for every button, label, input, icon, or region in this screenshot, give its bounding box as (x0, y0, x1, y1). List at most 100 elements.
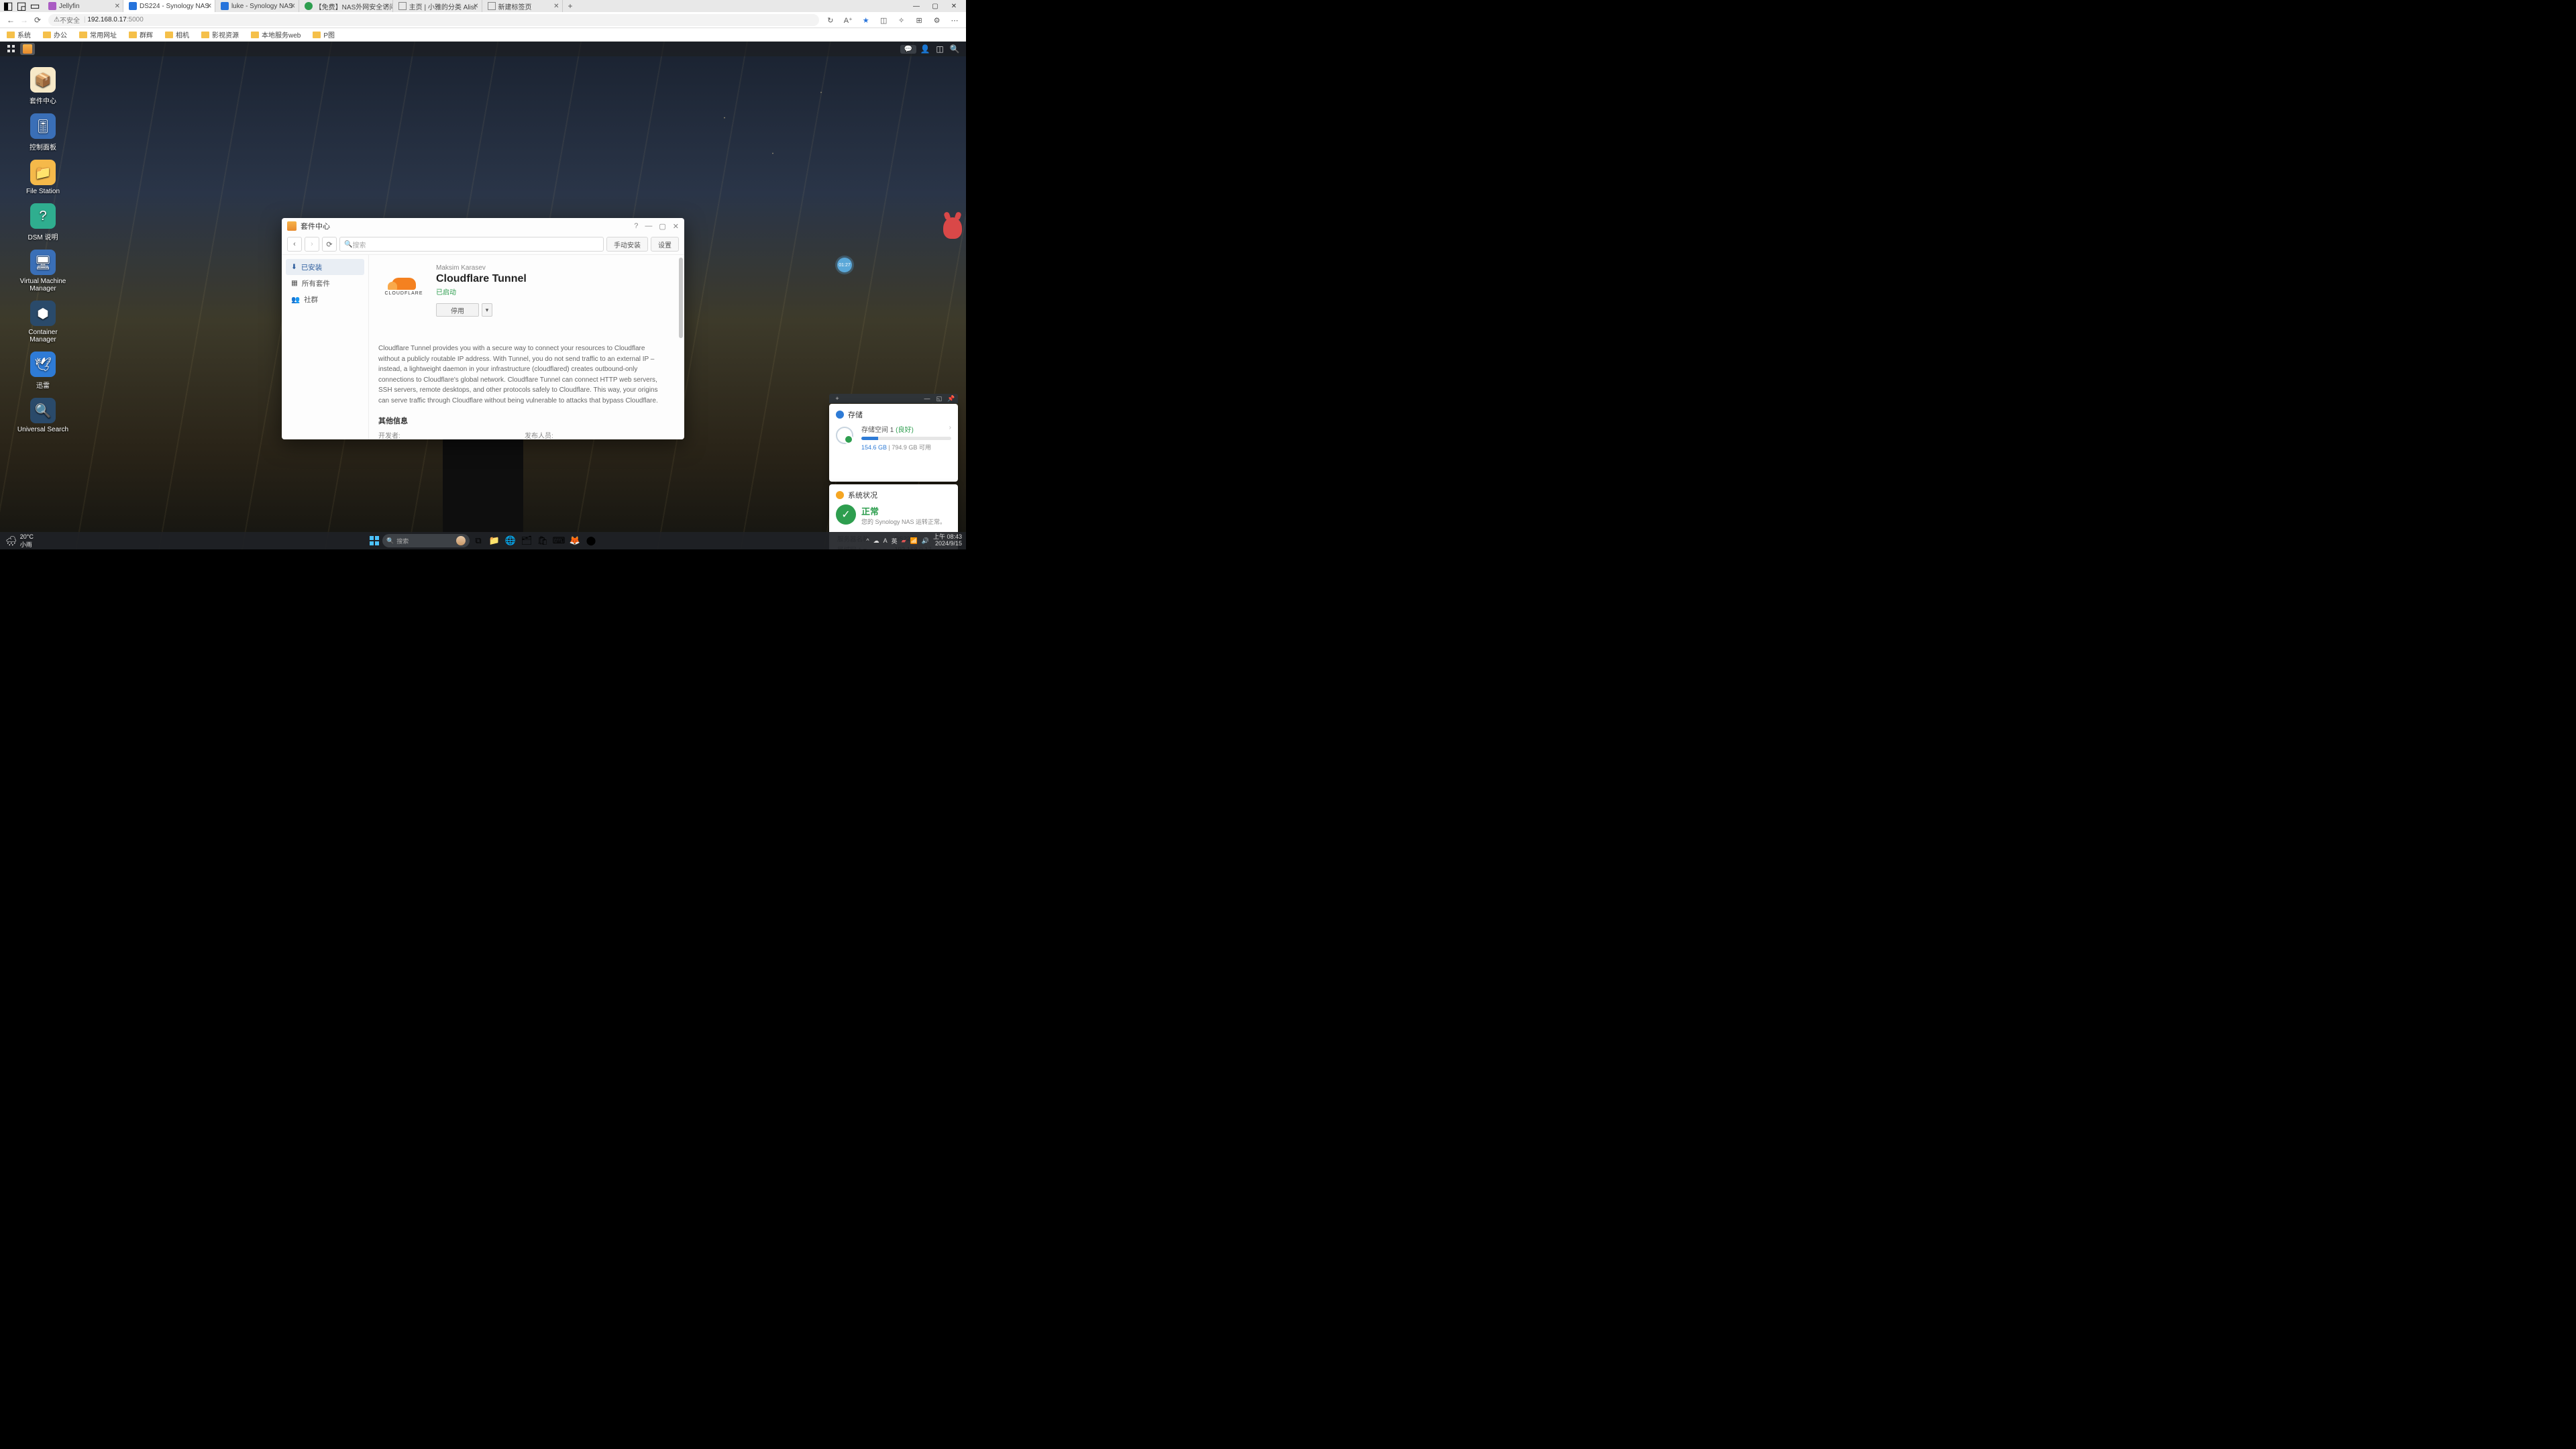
widget-minimize-button[interactable]: — (923, 395, 931, 402)
search-input[interactable]: 🔍 搜索 (339, 237, 604, 252)
back-button[interactable]: ← (4, 15, 17, 25)
tray-chevron-icon[interactable]: ^ (866, 537, 869, 544)
tab-label: 主页 | 小雅的分类 Alist (409, 1, 476, 11)
tray-ime-icon[interactable]: A (883, 537, 888, 544)
start-button[interactable] (368, 534, 381, 547)
minimize-button[interactable]: — (645, 222, 652, 231)
refresh-button[interactable]: ⟳ (31, 15, 44, 25)
desktop-icon-search[interactable]: 🔍Universal Search (16, 398, 70, 433)
action-dropdown-button[interactable]: ▾ (482, 303, 492, 317)
tray-volume-icon[interactable]: 🔊 (922, 537, 929, 545)
sidebar-item-installed[interactable]: ⬇已安装 (286, 259, 364, 275)
taskbar-app-explorer[interactable]: 📁 (487, 533, 502, 548)
tab-luke[interactable]: luke - Synology NAS✕ (215, 0, 299, 12)
close-icon[interactable]: ✕ (290, 3, 295, 10)
taskbar-app-store[interactable]: 🛍 (535, 533, 550, 548)
close-icon[interactable]: ✕ (384, 3, 389, 10)
package-description: Cloudflare Tunnel provides you with a se… (378, 343, 671, 406)
new-tab-button[interactable]: + (563, 1, 578, 11)
add-widget-button[interactable]: + (833, 395, 841, 402)
package-center-taskbar-icon[interactable] (20, 43, 35, 55)
tab-newtab[interactable]: 新建标签页✕ (482, 0, 563, 12)
taskbar-app-obs[interactable]: ⬤ (584, 533, 598, 548)
read-aloud-icon[interactable]: A⁺ (841, 16, 855, 25)
tray-input-icon[interactable]: 英 (892, 537, 898, 545)
desktop-icon-container[interactable]: ⬢Container Manager (16, 301, 70, 343)
bookmark-folder[interactable]: 群辉 (129, 30, 153, 40)
widget-pin-button[interactable]: 📌 (947, 395, 955, 402)
tray-onedrive-icon[interactable]: ☁ (873, 537, 879, 545)
taskbar-app-terminal[interactable]: ⌨ (551, 533, 566, 548)
settings-button[interactable]: 设置 (651, 237, 679, 252)
nav-back-button[interactable]: ‹ (287, 237, 302, 252)
package-author: Maksim Karasev (436, 264, 671, 272)
weather-widget[interactable]: 🌧 20°C小雨 (0, 533, 39, 549)
tab-nas-article[interactable]: 【免费】NAS外网安全访问！无需…✕ (299, 0, 393, 12)
favorite-icon[interactable]: ★ (859, 16, 873, 25)
extensions-icon[interactable]: ⚙ (930, 16, 945, 25)
feedback-button[interactable]: 💬 (900, 45, 916, 54)
desktop-icon-package-center[interactable]: 📦套件中心 (16, 67, 70, 105)
close-button[interactable]: ✕ (673, 222, 679, 231)
desktop-icon-file-station[interactable]: 📁File Station (16, 160, 70, 195)
widgets-icon[interactable]: ◫ (932, 44, 947, 54)
desktop-icon-xunlei[interactable]: 🕊迅雷 (16, 352, 70, 390)
sidebar-item-all[interactable]: ▦所有套件 (286, 275, 364, 291)
workspaces-icon[interactable]: ◲ (16, 1, 27, 11)
sync-icon[interactable]: ↻ (823, 16, 838, 25)
close-window-button[interactable]: ✕ (945, 3, 963, 10)
refresh-button[interactable]: ⟳ (322, 237, 337, 252)
collections-icon[interactable]: ⊞ (912, 16, 926, 25)
maximize-button[interactable]: ▢ (926, 3, 945, 10)
manual-install-button[interactable]: 手动安装 (606, 237, 648, 252)
desktop-icon-help[interactable]: ?DSM 说明 (16, 203, 70, 241)
taskbar-app-folder[interactable]: 🗂 (519, 533, 534, 548)
bookmark-folder[interactable]: 相机 (165, 30, 189, 40)
taskbar-app-edge[interactable]: 🌐 (503, 533, 518, 548)
assistant-mascot-icon[interactable] (943, 217, 962, 239)
url-input[interactable]: ⚠ 不安全 | 192.168.0.17:5000 (48, 14, 819, 26)
close-icon[interactable]: ✕ (207, 3, 212, 10)
profile-icon[interactable]: ◧ (3, 1, 13, 11)
split-screen-icon[interactable]: ◫ (876, 16, 891, 25)
stop-button[interactable]: 停用 (436, 303, 479, 317)
sidebar-item-community[interactable]: 👥社群 (286, 291, 364, 307)
desktop-icon-control-panel[interactable]: 🎚控制面板 (16, 113, 70, 152)
user-icon[interactable]: 👤 (918, 44, 932, 54)
bookmark-folder[interactable]: P图 (313, 30, 335, 40)
forward-button[interactable]: → (17, 15, 31, 25)
tab-jellyfin[interactable]: Jellyfin✕ (43, 0, 123, 12)
tray-wifi-icon[interactable]: 📶 (910, 537, 918, 545)
taskbar-search[interactable]: 🔍搜索 (382, 534, 470, 547)
task-view-button[interactable]: ⧉ (471, 533, 486, 548)
help-button[interactable]: ? (634, 222, 638, 231)
minimize-button[interactable]: — (907, 3, 926, 10)
maximize-button[interactable]: ▢ (659, 222, 665, 231)
favorites-icon[interactable]: ✧ (894, 16, 909, 25)
taskbar-app-firefox[interactable]: 🦊 (568, 533, 582, 548)
search-icon[interactable]: 🔍 (947, 44, 962, 54)
close-icon[interactable]: ✕ (473, 3, 478, 10)
main-menu-button[interactable] (4, 43, 19, 55)
bookmark-folder[interactable]: 本地服务web (251, 30, 301, 40)
bookmark-folder[interactable]: 影视资源 (201, 30, 239, 40)
storage-widget[interactable]: 存储 存储空间 1 (良好) › 154.6 GB | 794.9 GB 可用 (829, 404, 958, 482)
tray-security-icon[interactable]: ▰ (902, 537, 906, 545)
bookmark-folder[interactable]: 系统 (7, 30, 31, 40)
tab-alist[interactable]: 主页 | 小雅的分类 Alist✕ (393, 0, 482, 12)
tab-actions-icon[interactable]: ▭ (30, 1, 40, 11)
scrollbar[interactable] (679, 255, 683, 439)
close-icon[interactable]: ✕ (553, 3, 559, 10)
chevron-right-icon[interactable]: › (949, 424, 951, 431)
system-tray[interactable]: ^ ☁ A 英 ▰ 📶 🔊 上午 08:43 2024/9/15 (866, 534, 966, 547)
window-titlebar[interactable]: 套件中心 ? — ▢ ✕ (282, 218, 684, 234)
timer-badge[interactable]: 01:27 (837, 258, 852, 272)
widget-restore-button[interactable]: ◱ (935, 395, 943, 402)
bookmark-folder[interactable]: 常用网址 (79, 30, 117, 40)
menu-icon[interactable]: ⋯ (947, 16, 962, 25)
taskbar-clock[interactable]: 上午 08:43 2024/9/15 (933, 534, 962, 547)
tab-ds224[interactable]: DS224 - Synology NAS✕ (123, 0, 215, 12)
close-icon[interactable]: ✕ (115, 3, 120, 10)
desktop-icon-vmm[interactable]: 🖥Virtual Machine Manager (16, 250, 70, 292)
bookmark-folder[interactable]: 办公 (43, 30, 67, 40)
